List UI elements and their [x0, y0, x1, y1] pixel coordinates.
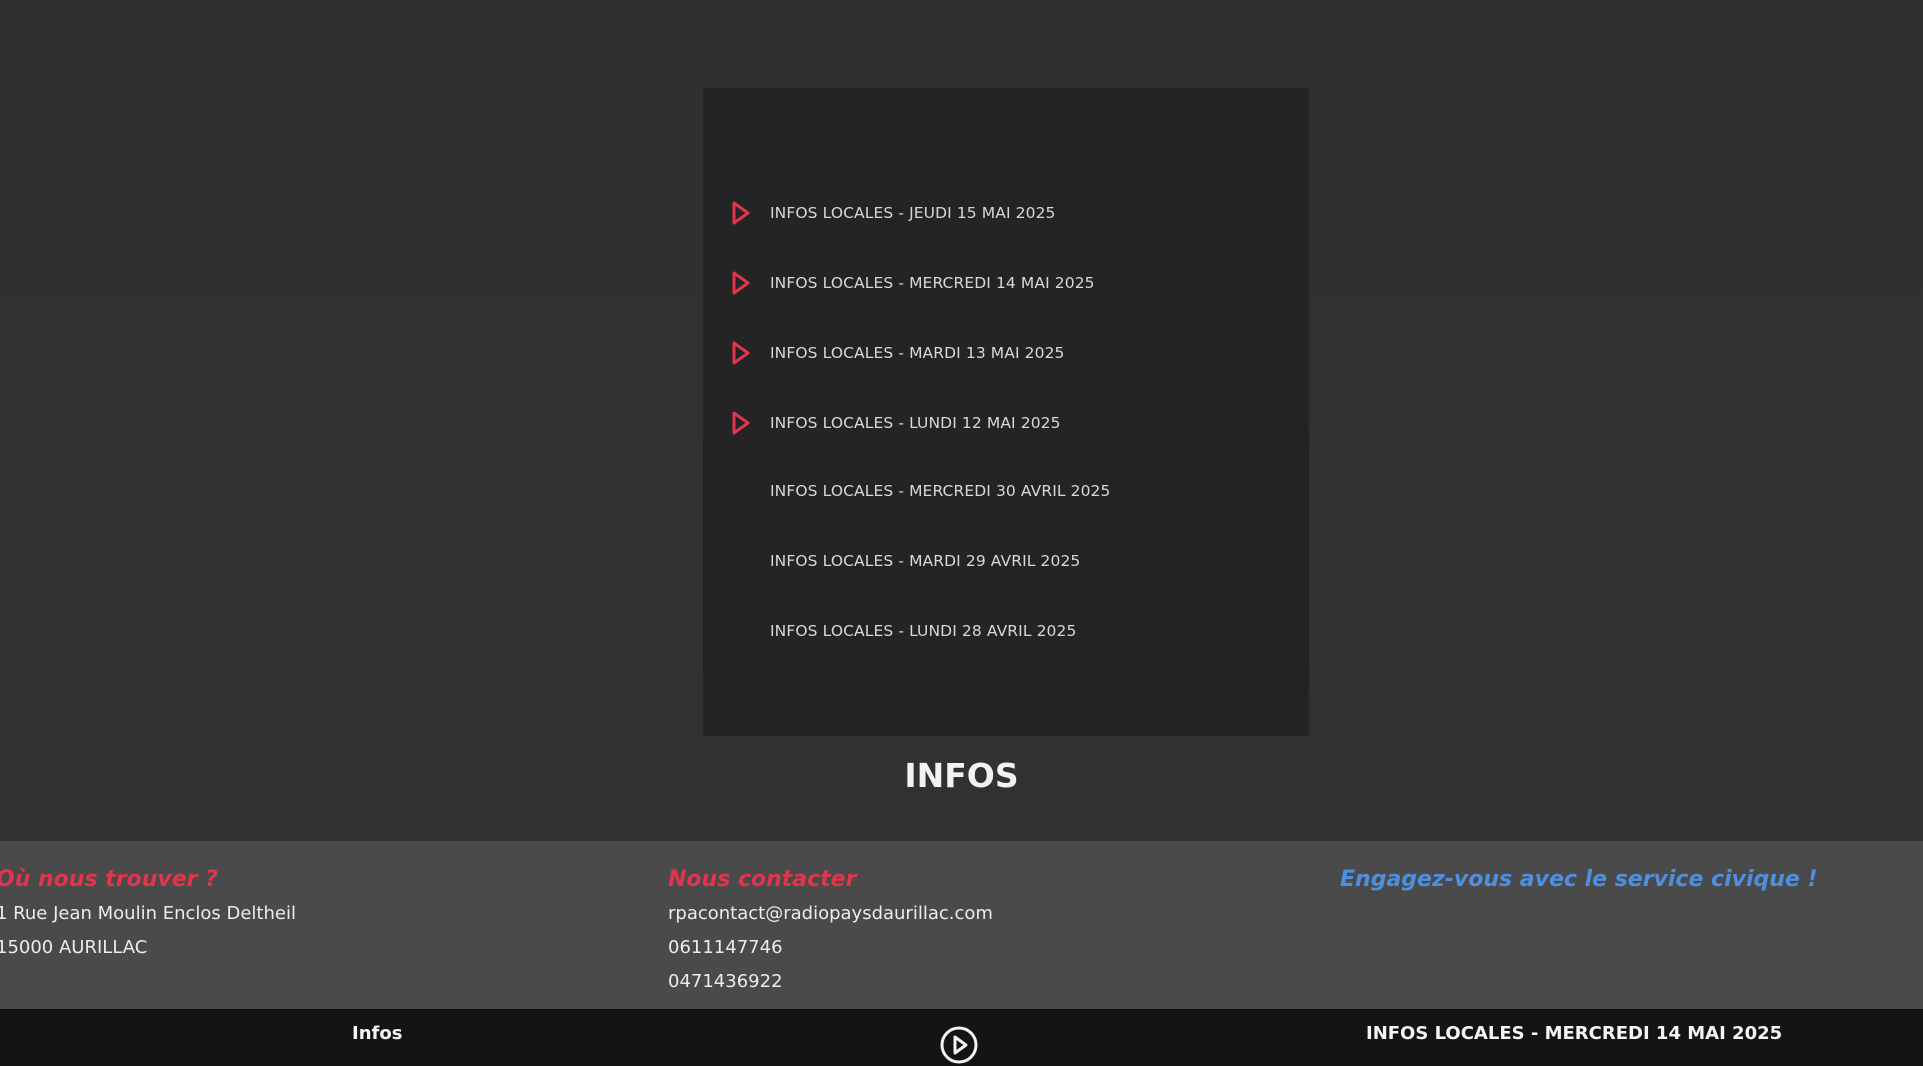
- playlist-panel: INFOS LOCALES - JEUDI 15 MAI 2025 INFOS …: [703, 88, 1309, 736]
- phone-line[interactable]: 0471436922: [668, 970, 993, 994]
- playlist-item[interactable]: INFOS LOCALES - LUNDI 12 MAI 2025: [703, 398, 1309, 448]
- address-line: 1 Rue Jean Moulin Enclos Deltheil: [0, 903, 296, 924]
- page: INFOS LOCALES - JEUDI 15 MAI 2025 INFOS …: [0, 0, 1923, 1066]
- playlist-item-label: INFOS LOCALES - JEUDI 15 MAI 2025: [770, 204, 1056, 222]
- player-bar: Infos INFOS LOCALES - MERCREDI 14 MAI 20…: [0, 1009, 1923, 1066]
- player-category-label[interactable]: Infos: [352, 1023, 402, 1044]
- footer-contact-heading: Nous contacter: [668, 867, 857, 892]
- playlist-item-label: INFOS LOCALES - MARDI 29 AVRIL 2025: [770, 552, 1081, 570]
- play-triangle-icon[interactable]: [730, 270, 752, 296]
- section-title: INFOS: [904, 756, 1019, 795]
- playlist-item[interactable]: INFOS LOCALES - JEUDI 15 MAI 2025: [703, 188, 1309, 238]
- civic-service-link[interactable]: Engagez-vous avec le service civique !: [1340, 867, 1818, 892]
- footer-location-heading: Où nous trouver ?: [0, 867, 218, 892]
- footer-civic: Engagez-vous avec le service civique !: [1340, 867, 1818, 892]
- footer: Où nous trouver ? 1 Rue Jean Moulin Encl…: [0, 841, 1923, 1009]
- playlist-item-label: INFOS LOCALES - MARDI 13 MAI 2025: [770, 344, 1065, 362]
- play-triangle-icon[interactable]: [730, 340, 752, 366]
- playlist-item-label: INFOS LOCALES - MERCREDI 14 MAI 2025: [770, 274, 1095, 292]
- email-link[interactable]: rpacontact@radiopaysdaurillac.com: [668, 902, 993, 926]
- playlist-item-label: INFOS LOCALES - LUNDI 28 AVRIL 2025: [770, 622, 1077, 640]
- playlist-item-label: INFOS LOCALES - MERCREDI 30 AVRIL 2025: [770, 482, 1111, 500]
- play-triangle-icon[interactable]: [730, 410, 752, 436]
- now-playing-title: INFOS LOCALES - MERCREDI 14 MAI 2025: [1366, 1023, 1783, 1044]
- footer-contact: Nous contacter rpacontact@radiopaysdauri…: [668, 867, 993, 994]
- playlist-item[interactable]: INFOS LOCALES - LUNDI 28 AVRIL 2025: [703, 606, 1309, 656]
- play-circle-icon[interactable]: [939, 1025, 979, 1065]
- phone-line[interactable]: 0611147746: [668, 936, 993, 960]
- playlist-item[interactable]: INFOS LOCALES - MARDI 29 AVRIL 2025: [703, 536, 1309, 586]
- city-line: 15000 AURILLAC: [0, 937, 148, 958]
- footer-location: Où nous trouver ? 1 Rue Jean Moulin Encl…: [0, 867, 296, 960]
- playlist-item[interactable]: INFOS LOCALES - MERCREDI 30 AVRIL 2025: [703, 466, 1309, 516]
- playlist-item[interactable]: INFOS LOCALES - MERCREDI 14 MAI 2025: [703, 258, 1309, 308]
- playlist-item[interactable]: INFOS LOCALES - MARDI 13 MAI 2025: [703, 328, 1309, 378]
- play-triangle-icon[interactable]: [730, 200, 752, 226]
- playlist-item-label: INFOS LOCALES - LUNDI 12 MAI 2025: [770, 414, 1061, 432]
